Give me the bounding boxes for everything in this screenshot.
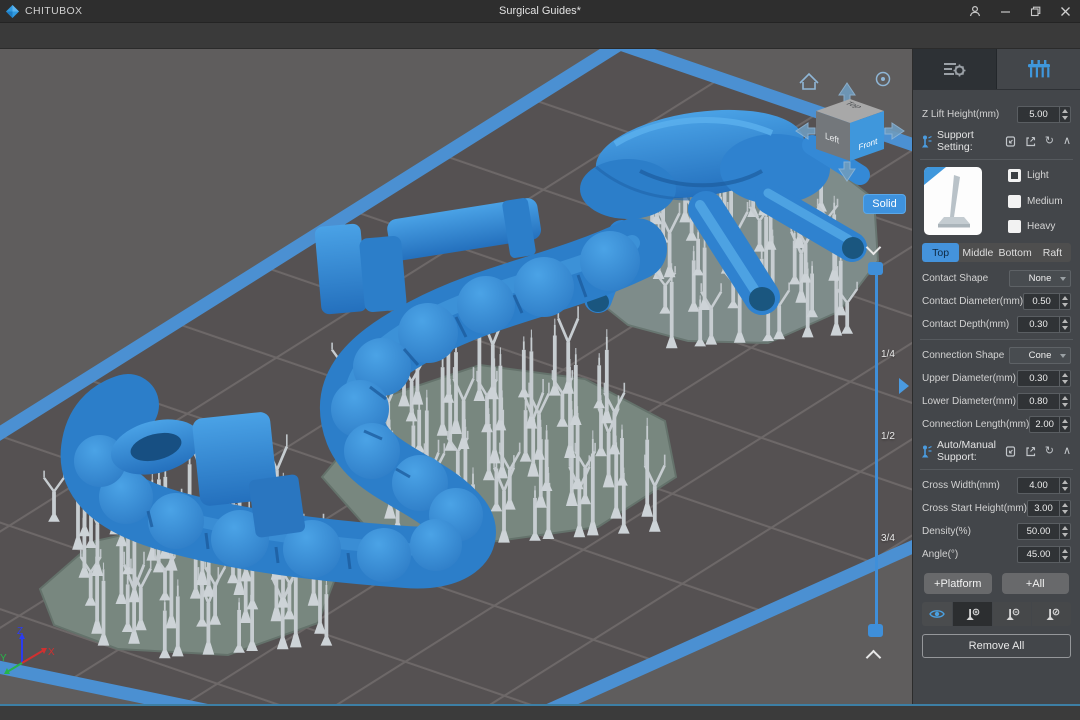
tab-support[interactable] bbox=[997, 49, 1080, 89]
auto-manual-support-icon bbox=[922, 445, 932, 457]
support-setting-title: Support Setting: bbox=[937, 129, 974, 153]
axis-z-label: Z bbox=[17, 626, 23, 637]
toolbar-strip bbox=[0, 23, 1080, 49]
contact-diameter-input[interactable]: 0.50 bbox=[1023, 293, 1071, 310]
connection-length-input[interactable]: 2.00 bbox=[1029, 416, 1071, 433]
angle-input[interactable]: 45.00 bbox=[1017, 546, 1071, 563]
z-lift-height-input[interactable]: 5.00 bbox=[1017, 106, 1071, 123]
tab-bottom[interactable]: Bottom bbox=[997, 243, 1034, 262]
medium-checkbox[interactable] bbox=[1008, 194, 1021, 208]
add-support-icon bbox=[966, 608, 980, 620]
reset-defaults-icon[interactable]: ↻ bbox=[1045, 446, 1054, 457]
collapse-section-icon[interactable]: ∧ bbox=[1063, 446, 1071, 457]
upper-diameter-input[interactable]: 0.30 bbox=[1017, 370, 1071, 387]
3d-scene[interactable]: Z X Y Top Left Front bbox=[0, 49, 912, 704]
delete-support-mode-button[interactable] bbox=[992, 602, 1032, 626]
light-checkbox[interactable] bbox=[1008, 169, 1021, 182]
divider bbox=[920, 469, 1073, 470]
thickness-option-heavy[interactable]: Heavy bbox=[1008, 220, 1063, 233]
delete-support-icon bbox=[1006, 608, 1020, 620]
tab-top[interactable]: Top bbox=[922, 243, 960, 262]
contact-shape-select[interactable]: None bbox=[1009, 270, 1071, 287]
document-title: Surgical Guides* bbox=[499, 5, 581, 17]
collapse-section-icon[interactable]: ∧ bbox=[1063, 136, 1071, 147]
3d-viewport[interactable]: Z X Y Top Left Front Solid 1/4 1/2 3/4 bbox=[0, 49, 912, 704]
axis-y-label: Y bbox=[0, 653, 7, 664]
slider-mark-three-quarter: 3/4 bbox=[881, 533, 895, 544]
export-profile-icon[interactable] bbox=[1025, 446, 1036, 457]
panel-expander-arrow[interactable] bbox=[899, 378, 909, 394]
add-support-mode-button[interactable] bbox=[953, 602, 992, 626]
heavy-checkbox[interactable] bbox=[1008, 220, 1021, 233]
close-icon bbox=[1060, 6, 1070, 16]
support-panel: Z Lift Height(mm) 5.00 Support Setting: bbox=[912, 49, 1080, 704]
title-bar: CHITUBOX Surgical Guides* bbox=[0, 0, 1080, 23]
thickness-option-light[interactable]: Light bbox=[1008, 169, 1063, 182]
connection-shape-select[interactable]: Cone bbox=[1009, 347, 1071, 364]
spinner-up-icon[interactable] bbox=[1062, 109, 1068, 114]
density-input[interactable]: 50.00 bbox=[1017, 523, 1071, 540]
toggle-support-visibility-button[interactable] bbox=[922, 602, 952, 626]
export-profile-icon[interactable] bbox=[1025, 136, 1036, 147]
minimize-button[interactable] bbox=[990, 0, 1020, 22]
restore-icon bbox=[1030, 6, 1040, 16]
close-button[interactable] bbox=[1050, 0, 1080, 22]
settings-gear-icon bbox=[943, 63, 965, 77]
import-profile-icon[interactable] bbox=[1005, 135, 1016, 147]
support-preview-thumbnail bbox=[924, 167, 982, 235]
support-setting-icon bbox=[922, 135, 932, 147]
import-profile-icon[interactable] bbox=[1005, 445, 1016, 457]
tab-settings[interactable] bbox=[913, 49, 997, 89]
restore-button[interactable] bbox=[1020, 0, 1050, 22]
auto-manual-support-title: Auto/Manual Support: bbox=[937, 439, 996, 463]
dropdown-arrow-icon bbox=[1060, 354, 1066, 358]
z-clip-slider-lower-handle[interactable] bbox=[868, 624, 883, 637]
z-clip-slider-track[interactable] bbox=[875, 271, 878, 629]
auto-manual-support-header: Auto/Manual Support: ↻ ∧ bbox=[922, 439, 1071, 463]
spinner-down-icon[interactable] bbox=[1062, 115, 1068, 120]
lower-diameter-input[interactable]: 0.80 bbox=[1017, 393, 1071, 410]
cross-width-input[interactable]: 4.00 bbox=[1017, 477, 1071, 494]
divider bbox=[920, 159, 1073, 160]
account-button[interactable] bbox=[960, 0, 990, 22]
edit-support-icon bbox=[1046, 608, 1060, 620]
z-clip-slider-upper-handle[interactable] bbox=[868, 262, 883, 275]
remove-all-button[interactable]: Remove All bbox=[922, 634, 1071, 658]
support-table-icon bbox=[1027, 59, 1050, 77]
axis-x-label: X bbox=[48, 647, 55, 658]
slider-mark-quarter: 1/4 bbox=[881, 349, 895, 360]
thickness-option-medium[interactable]: Medium bbox=[1008, 194, 1063, 208]
support-setting-header: Support Setting: ↻ ∧ bbox=[922, 129, 1071, 153]
support-part-tabs: Top Middle Bottom Raft bbox=[922, 243, 1071, 262]
support-edit-modes bbox=[922, 602, 1071, 626]
render-mode-button[interactable]: Solid bbox=[863, 194, 906, 214]
z-lift-height-label: Z Lift Height(mm) bbox=[922, 109, 1000, 120]
divider bbox=[920, 339, 1073, 340]
reset-defaults-icon[interactable]: ↻ bbox=[1045, 136, 1054, 147]
add-all-supports-button[interactable]: +All bbox=[1001, 573, 1069, 594]
eye-icon bbox=[929, 610, 945, 618]
minimize-icon bbox=[1000, 10, 1010, 13]
add-platform-supports-button[interactable]: +Platform bbox=[924, 573, 992, 594]
cross-start-height-input[interactable]: 3.00 bbox=[1027, 500, 1071, 517]
focus-target-dot bbox=[881, 77, 885, 81]
dropdown-arrow-icon bbox=[1060, 277, 1066, 281]
tab-middle[interactable]: Middle bbox=[959, 243, 996, 262]
edit-support-mode-button[interactable] bbox=[1032, 602, 1071, 626]
contact-depth-input[interactable]: 0.30 bbox=[1017, 316, 1071, 333]
bottom-edge-strip bbox=[0, 704, 1080, 720]
tab-raft[interactable]: Raft bbox=[1034, 243, 1071, 262]
slider-mark-half: 1/2 bbox=[881, 431, 895, 442]
user-icon bbox=[969, 5, 981, 17]
